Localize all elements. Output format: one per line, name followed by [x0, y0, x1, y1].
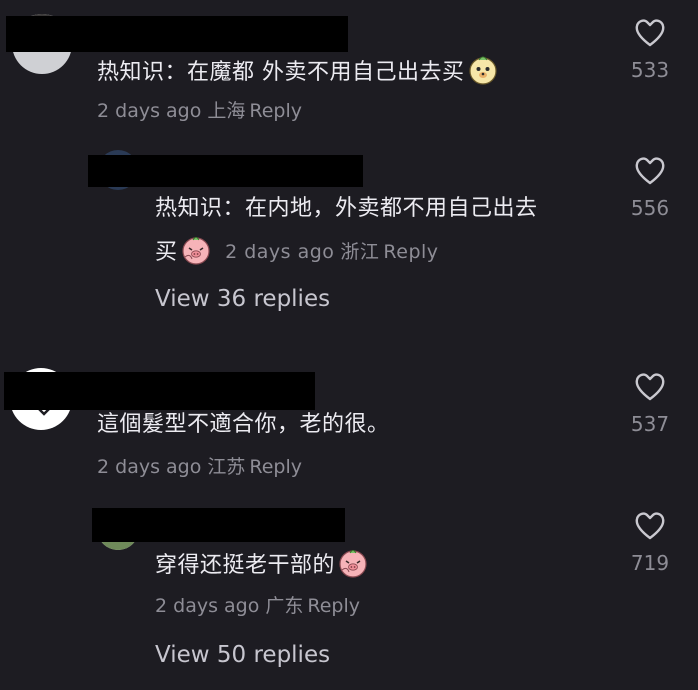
timestamp: 2 days ago [225, 241, 335, 263]
comment-text: 热知识：在魔都 外卖不用自己出去买 [97, 55, 498, 88]
reply-button[interactable]: Reply [383, 241, 438, 263]
timestamp: 2 days ago [155, 595, 260, 617]
comment-text: 這個髮型不適合你，老的很。 [97, 412, 390, 437]
like-count: 533 [630, 58, 670, 82]
comment-text-content: 热知识：在魔都 外卖不用自己出去买 [97, 60, 465, 85]
reply-text-content: 穿得还挺老干部的 [155, 553, 336, 578]
redacted-username [6, 16, 348, 52]
dog-face-emoji [468, 56, 497, 85]
reply-text: 穿得还挺老干部的 [155, 548, 368, 581]
heart-icon [635, 373, 665, 401]
like-count: 537 [630, 412, 670, 436]
heart-icon [635, 157, 665, 185]
heart-icon [635, 512, 665, 540]
reply-text-line-1: 热知识：在内地，外卖都不用自己出去 [155, 196, 538, 221]
reply-meta: 2 days ago 浙江 Reply [219, 241, 439, 263]
reply-text-line-2: 买 2 days ago 浙江 Reply [155, 235, 439, 268]
timestamp: 2 days ago [97, 100, 202, 122]
reply-button[interactable]: Reply [307, 595, 360, 617]
reply-meta: 2 days ago 广东 Reply [155, 593, 360, 619]
like-button[interactable]: 533 [620, 18, 680, 82]
timestamp: 2 days ago [97, 456, 202, 478]
reply-button[interactable]: Reply [249, 456, 302, 478]
location: 广东 [265, 595, 304, 617]
like-button[interactable]: 556 [620, 156, 680, 220]
view-replies-button[interactable]: View 36 replies [155, 286, 330, 312]
heart-icon [635, 19, 665, 47]
like-count: 556 [630, 196, 670, 220]
redacted-username [92, 508, 345, 542]
location: 江苏 [207, 456, 246, 478]
reply-text-content: 买 [155, 240, 178, 265]
redacted-username [88, 155, 363, 187]
view-replies-button[interactable]: View 50 replies [155, 642, 330, 668]
like-count: 719 [630, 551, 670, 575]
redacted-username [4, 372, 315, 410]
comment-meta: 2 days ago 上海 Reply [97, 98, 302, 124]
comment-meta: 2 days ago 江苏 Reply [97, 454, 302, 480]
piggy-face-emoji [181, 237, 210, 265]
like-button[interactable]: 537 [620, 372, 680, 436]
reply-button[interactable]: Reply [249, 100, 302, 122]
piggy-face-emoji [339, 550, 367, 578]
like-button[interactable]: 719 [620, 511, 680, 575]
location: 上海 [207, 100, 246, 122]
location: 浙江 [340, 241, 380, 263]
